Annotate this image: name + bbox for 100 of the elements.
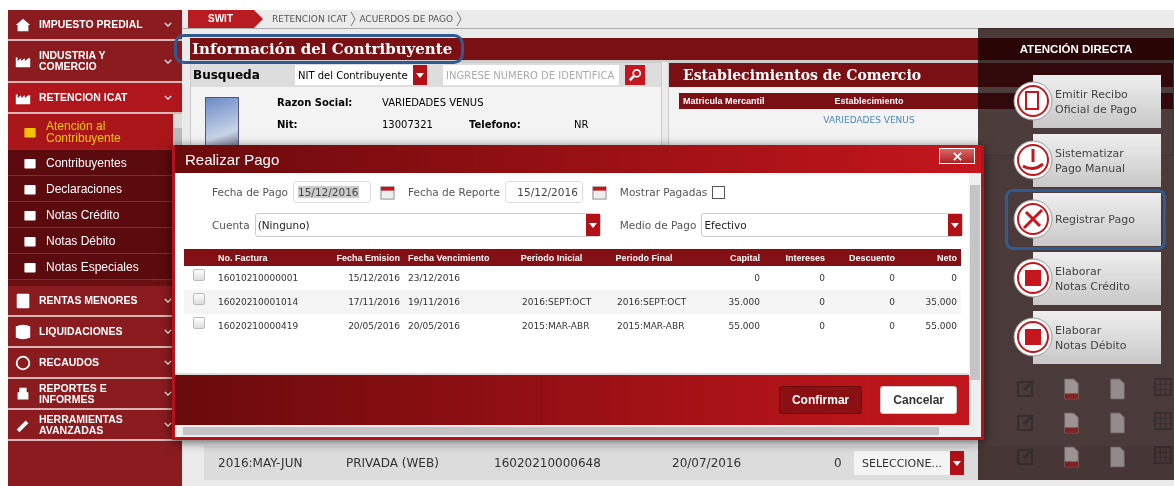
table-cell: 15/12/2016 [348,273,400,283]
date-field[interactable]: 15/12/2016 [504,181,583,203]
field-label: Nit: [277,119,299,131]
table-cell: 2015:MAR-ABR [522,321,590,331]
field-label: Telefono: [469,119,522,131]
table-cell: 2015:MAR-ABR [617,321,685,331]
table-cell-text: 16020210000648 [494,456,602,470]
submenu-label: Notas Débito [46,233,116,248]
table-cell-text: PRIVADA (WEB) [346,456,440,470]
field-value: NR [574,119,590,131]
submenu-label: Contribuyentes [46,155,127,170]
table-cell: 0 [889,321,895,331]
menu-item-label: RENTAS MENORES [39,295,139,306]
column-header: Fecha Emision [335,252,401,263]
action-button[interactable]: Elaborar Notas Débito [1033,311,1161,364]
action-icon [1013,199,1053,239]
action-button[interactable]: Registrar Pago [1033,193,1161,246]
pdf-file-icon[interactable] [1062,378,1080,400]
action-icon [1013,317,1053,357]
chevron-down-icon [164,95,172,100]
vertical-scrollbar[interactable] [969,173,981,437]
action-icon [1013,81,1053,121]
table-cell: 16010210000001 [218,273,299,283]
menu-item-label: REPORTES E INFORMES [39,382,108,405]
search-button[interactable] [625,65,645,85]
submenu-item[interactable]: Notas Especiales [8,254,173,280]
column-header: Periodo Inicial [519,252,584,263]
column-header: Fecha Vencimiento [407,252,491,263]
date-field[interactable]: 15/12/2016 [293,181,371,203]
account-dropdown[interactable]: (Ninguno) [254,213,601,237]
breadcrumb-link[interactable]: SWIT [188,10,263,28]
submenu-item[interactable]: Notas Crédito [8,202,173,228]
pdf-file-icon[interactable] [1062,412,1080,434]
caret-down-icon [951,222,960,228]
row-checkbox[interactable] [193,317,205,329]
checkbox-label: Mostrar Pagadas [619,186,708,198]
menu-item-label: RECAUDOS [39,357,101,368]
breadcrumb-link[interactable]: RETENCION ICAT [272,14,348,24]
submenu-item[interactable]: Declaraciones [8,176,173,202]
search-label: Busqueda [192,68,261,82]
field-label: Fecha de Reporte [408,186,500,198]
breadcrumb-link[interactable]: ACUERDOS DE PAGO [359,14,454,24]
table-cell: 35.000 [925,297,957,307]
cancel-button[interactable]: Cancelar [880,386,957,414]
field-label: Cuenta [212,219,250,231]
action-icon [1013,258,1053,298]
checkbox[interactable] [712,185,726,199]
close-icon [952,151,962,161]
column-header: Capital [729,252,761,263]
field-label: Razon Social: [277,97,354,109]
caret-down-icon [953,460,961,466]
action-button[interactable]: Emitir Recibo Oficial de Pago [1033,75,1161,128]
establishment-link[interactable]: VARIEDADES VENUS [823,115,915,125]
horizontal-scrollbar[interactable] [175,425,969,437]
table-cell-text: 2016:MAY-JUN [217,456,304,470]
document-icon[interactable] [1108,412,1126,434]
close-button[interactable] [939,148,975,164]
row-checkbox[interactable] [193,293,205,305]
column-header: Establecimiento [833,96,905,106]
column-header: Matricula Mercantil [682,96,766,106]
payment-method-dropdown[interactable]: Efectivo [701,213,964,237]
sidebar-section[interactable]: RETENCION ICAT [8,83,182,114]
field-value: VARIEDADES VENUS [382,97,485,109]
table-cell: 16020210001014 [218,297,299,307]
action-dropdown[interactable]: SELECCIONE... [854,451,964,475]
table-cell: 55.000 [925,321,957,331]
calendar-icon[interactable] [591,184,607,200]
confirm-button[interactable]: Confirmar [778,386,863,414]
table-cell: 20/05/2016 [408,321,460,331]
chevron-down-icon [164,22,172,27]
submenu-item[interactable]: Contribuyentes [8,150,173,176]
field-label: Fecha de Pago [212,186,288,198]
column-header: Intereses [784,252,826,263]
submenu-item[interactable]: Atención al Contribuyente [8,114,173,150]
table-cell: 19/11/2016 [408,297,460,307]
table-cell: 0 [819,273,825,283]
submenu-item[interactable]: Notas Débito [8,228,173,254]
caret-down-icon [588,222,597,228]
panel-title: ATENCIÓN DIRECTA [978,38,1174,60]
field-value: 13007321 [382,119,434,131]
action-button[interactable]: Elaborar Notas Crédito [1033,252,1161,305]
calendar-icon[interactable] [380,184,395,200]
search-field[interactable]: INGRESE NUMERO DE IDENTIFICA [443,65,619,85]
menu-item-icon [14,291,32,310]
pdf-file-icon[interactable] [1062,446,1080,468]
action-button[interactable]: Sistematizar Pago Manual [1033,134,1161,187]
row-checkbox[interactable] [193,269,205,281]
menu-item-icon [14,353,32,372]
document-icon[interactable] [1108,378,1126,400]
submenu-label: Notas Especiales [46,259,139,274]
table-cell: 23/12/2016 [408,273,460,283]
table-cell: 2016:SEPT:OCT [617,297,687,307]
menu-item-label: IMPUESTO PREDIAL [39,19,144,30]
table-cell: 0 [819,297,825,307]
submenu-label: Notas Crédito [46,207,120,222]
chevron-right-icon [456,11,463,27]
type-dropdown[interactable]: NIT del Contribuyente [295,65,427,85]
dialog-title: Realizar Pago [185,150,280,168]
menu-item-icon [14,322,32,341]
document-icon[interactable] [1108,446,1126,468]
